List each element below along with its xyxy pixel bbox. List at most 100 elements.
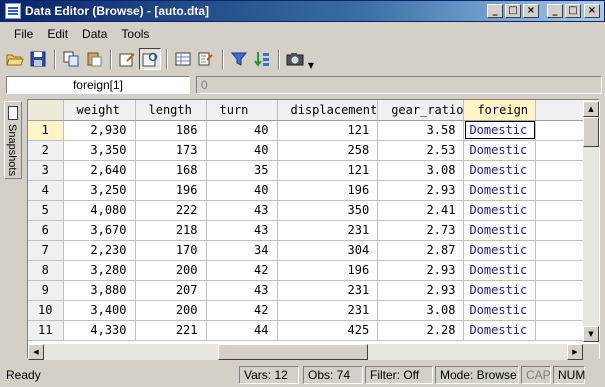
menu-tools[interactable]: Tools	[115, 27, 157, 41]
row-number[interactable]: 11	[28, 320, 64, 341]
cell-turn[interactable]: 35	[206, 160, 278, 181]
cell-gear-ratio[interactable]: 2.28	[377, 320, 465, 341]
table-row[interactable]: 9 3,880 207 43 231 2.93 Domestic	[28, 280, 597, 301]
cell-displacement[interactable]: 350	[277, 200, 379, 221]
cell-foreign[interactable]: Domestic	[463, 180, 537, 201]
cell-turn[interactable]: 43	[206, 200, 278, 221]
cell-weight[interactable]: 3,280	[63, 260, 136, 281]
grid-corner[interactable]	[28, 100, 64, 121]
cell-length[interactable]: 168	[135, 160, 207, 181]
table-row[interactable]: 4 3,250 196 40 196 2.93 Domestic	[28, 180, 597, 201]
cell-turn[interactable]: 43	[206, 280, 278, 301]
cell-weight[interactable]: 4,080	[63, 200, 136, 221]
column-header-length[interactable]: length	[135, 100, 207, 121]
cell-length[interactable]: 196	[135, 180, 207, 201]
table-row[interactable]: 6 3,670 218 43 231 2.73 Domestic	[28, 220, 597, 241]
table-row[interactable]: 7 2,230 170 34 304 2.87 Domestic	[28, 240, 597, 261]
paste-icon[interactable]	[83, 48, 105, 70]
cell-length[interactable]: 222	[135, 200, 207, 221]
cell-weight[interactable]: 3,400	[63, 300, 136, 321]
cell-turn[interactable]: 42	[206, 300, 278, 321]
inner-minimize-button[interactable]: _	[487, 4, 503, 18]
cell-weight[interactable]: 3,670	[63, 220, 136, 241]
inner-close-button[interactable]: ×	[523, 4, 539, 18]
cell-turn[interactable]: 42	[206, 260, 278, 281]
cell-gear-ratio[interactable]: 2.93	[377, 180, 465, 201]
cell-foreign[interactable]: Domestic	[463, 260, 537, 281]
table-row[interactable]: 10 3,400 200 42 231 3.08 Domestic	[28, 300, 597, 321]
copy-icon[interactable]	[60, 48, 82, 70]
horizontal-scroll-thumb[interactable]	[218, 344, 368, 360]
row-number[interactable]: 5	[28, 200, 64, 221]
edit-mode-icon[interactable]	[116, 48, 138, 70]
cell-length[interactable]: 221	[135, 320, 207, 341]
table-row[interactable]: 8 3,280 200 42 196 2.93 Domestic	[28, 260, 597, 281]
cell-foreign[interactable]: Domestic	[463, 220, 537, 241]
table-row[interactable]: 2 3,350 173 40 258 2.53 Domestic	[28, 140, 597, 161]
browse-mode-icon[interactable]	[139, 48, 161, 70]
row-number[interactable]: 6	[28, 220, 64, 241]
cell-displacement[interactable]: 121	[277, 120, 379, 141]
cell-gear-ratio[interactable]: 2.93	[377, 280, 465, 301]
cell-gear-ratio[interactable]: 3.58	[377, 120, 465, 141]
cell-weight[interactable]: 2,930	[63, 120, 136, 141]
cell-displacement[interactable]: 196	[277, 260, 379, 281]
table-row[interactable]: 11 4,330 221 44 425 2.28 Domestic	[28, 320, 597, 341]
toolbar-overflow-icon[interactable]: ▼	[307, 48, 315, 70]
cell-length[interactable]: 170	[135, 240, 207, 261]
scroll-up-icon[interactable]: ▲	[583, 101, 599, 117]
column-header-foreign[interactable]: foreign	[463, 100, 537, 121]
cell-turn[interactable]: 43	[206, 220, 278, 241]
cell-turn[interactable]: 40	[206, 180, 278, 201]
cell-gear-ratio[interactable]: 2.53	[377, 140, 465, 161]
cell-foreign[interactable]: Domestic	[463, 200, 537, 221]
cell-gear-ratio[interactable]: 3.08	[377, 160, 465, 181]
row-number[interactable]: 8	[28, 260, 64, 281]
cell-foreign[interactable]: Domestic	[463, 280, 537, 301]
cell-weight[interactable]: 3,250	[63, 180, 136, 201]
row-number[interactable]: 1	[28, 120, 64, 141]
table-row[interactable]: 1 2,930 186 40 121 3.58 Domestic	[28, 120, 597, 141]
properties-icon[interactable]	[195, 48, 217, 70]
cell-reference-field[interactable]: foreign[1]	[6, 76, 190, 94]
scroll-left-icon[interactable]: ◀	[28, 344, 44, 360]
cell-displacement[interactable]: 196	[277, 180, 379, 201]
cell-displacement[interactable]: 258	[277, 140, 379, 161]
vertical-scrollbar[interactable]: ▲ ▼	[583, 101, 599, 342]
cell-length[interactable]: 218	[135, 220, 207, 241]
variables-manager-icon[interactable]	[172, 48, 194, 70]
cell-displacement[interactable]: 121	[277, 160, 379, 181]
row-number[interactable]: 4	[28, 180, 64, 201]
cell-weight[interactable]: 2,640	[63, 160, 136, 181]
menu-file[interactable]: File	[8, 27, 41, 41]
cell-foreign[interactable]: Domestic	[463, 160, 537, 181]
maximize-button[interactable]: □	[565, 4, 581, 18]
menu-edit[interactable]: Edit	[41, 27, 76, 41]
cell-length[interactable]: 200	[135, 300, 207, 321]
snapshots-tab[interactable]: Snapshots	[4, 101, 22, 179]
scroll-down-icon[interactable]: ▼	[583, 326, 599, 342]
menu-data[interactable]: Data	[76, 27, 115, 41]
cell-weight[interactable]: 3,350	[63, 140, 136, 161]
filter-icon[interactable]	[228, 48, 250, 70]
cell-gear-ratio[interactable]: 2.93	[377, 260, 465, 281]
minimize-button[interactable]: _	[547, 4, 563, 18]
cell-foreign[interactable]: Domestic	[463, 120, 537, 141]
table-row[interactable]: 5 4,080 222 43 350 2.41 Domestic	[28, 200, 597, 221]
cell-gear-ratio[interactable]: 2.41	[377, 200, 465, 221]
cell-weight[interactable]: 3,880	[63, 280, 136, 301]
horizontal-scrollbar[interactable]: ◀ ▶	[28, 344, 583, 360]
column-header-gear-ratio[interactable]: gear_ratio	[377, 100, 465, 121]
inner-restore-button[interactable]: □	[505, 4, 521, 18]
row-number[interactable]: 10	[28, 300, 64, 321]
data-grid[interactable]: weight length turn displacement gear_rat…	[27, 99, 600, 359]
cell-value-field[interactable]: 0	[196, 76, 602, 94]
cell-foreign[interactable]: Domestic	[463, 240, 537, 261]
row-number[interactable]: 7	[28, 240, 64, 261]
row-number[interactable]: 3	[28, 160, 64, 181]
save-icon[interactable]	[27, 48, 49, 70]
cell-displacement[interactable]: 231	[277, 300, 379, 321]
sort-icon[interactable]	[251, 48, 273, 70]
cell-turn[interactable]: 34	[206, 240, 278, 261]
snapshot-icon[interactable]	[284, 48, 306, 70]
